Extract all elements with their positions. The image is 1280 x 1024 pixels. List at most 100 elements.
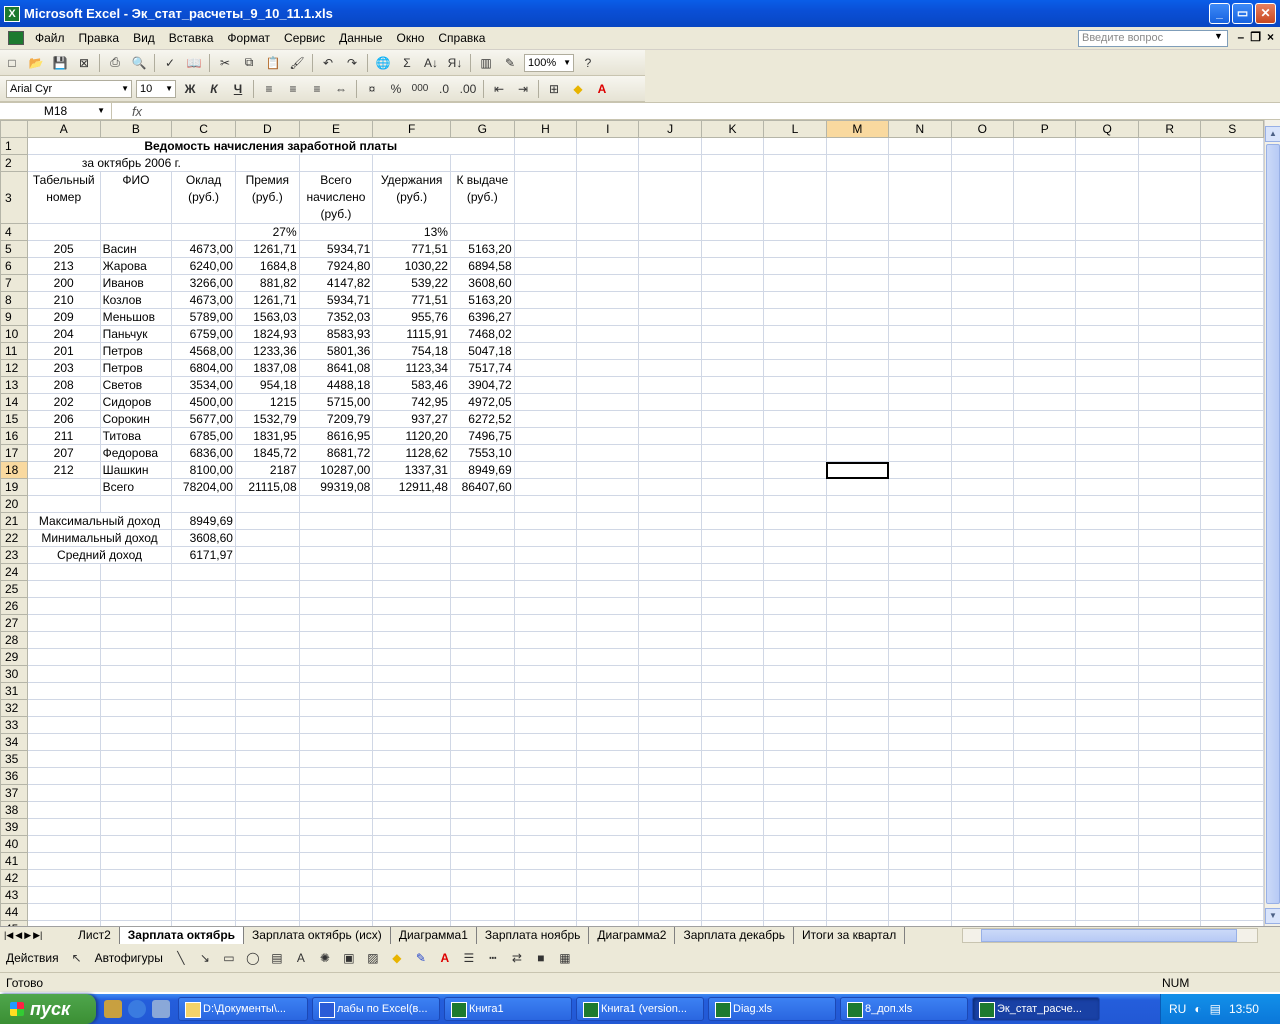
cell[interactable]	[825, 171, 890, 224]
cell[interactable]	[950, 444, 1015, 462]
cell[interactable]	[763, 291, 827, 309]
cell[interactable]	[171, 495, 236, 513]
data-cell[interactable]: 1215	[234, 393, 300, 411]
cell[interactable]	[950, 682, 1015, 700]
cell[interactable]	[1137, 478, 1202, 496]
data-cell[interactable]: 5677,00	[171, 410, 236, 428]
cell[interactable]	[950, 171, 1015, 224]
cell[interactable]	[950, 801, 1015, 819]
cell[interactable]	[1200, 784, 1264, 802]
cell[interactable]	[888, 750, 952, 768]
column-header-cell[interactable]: Табельный номер	[26, 171, 101, 224]
cell[interactable]	[372, 716, 451, 734]
stat-value[interactable]: 3608,60	[171, 529, 236, 547]
data-cell[interactable]: 7517,74	[449, 359, 515, 377]
cell[interactable]	[888, 171, 952, 224]
cell[interactable]	[825, 495, 890, 513]
cell[interactable]	[372, 495, 451, 513]
cell[interactable]	[1075, 903, 1139, 921]
chevron-down-icon[interactable]: ▼	[1214, 31, 1223, 41]
cell[interactable]	[1013, 444, 1077, 462]
cell[interactable]	[234, 682, 300, 700]
data-cell[interactable]: 1261,71	[234, 291, 300, 309]
cell[interactable]	[513, 580, 578, 598]
cell[interactable]	[763, 665, 827, 683]
cell[interactable]	[234, 767, 300, 785]
cell[interactable]	[700, 852, 765, 870]
cell[interactable]	[825, 580, 890, 598]
cell[interactable]	[763, 325, 827, 343]
autoshapes-menu[interactable]: Автофигуры	[89, 951, 169, 965]
cell[interactable]	[1075, 444, 1139, 462]
cell[interactable]	[1200, 665, 1264, 683]
cell[interactable]	[825, 359, 890, 377]
col-header[interactable]: Q	[1075, 120, 1139, 138]
data-cell[interactable]: 205	[26, 240, 101, 258]
cell[interactable]	[1200, 903, 1264, 921]
data-cell[interactable]: Сорокин	[99, 410, 173, 428]
cell[interactable]	[298, 648, 374, 666]
cell[interactable]	[576, 716, 640, 734]
tab-chart2[interactable]: Диаграмма2	[589, 927, 676, 944]
cell[interactable]	[1137, 903, 1202, 921]
cell[interactable]	[1075, 410, 1139, 428]
cell[interactable]	[99, 716, 173, 734]
fill-color-icon[interactable]: ◆	[386, 947, 408, 969]
col-header[interactable]: O	[950, 120, 1015, 138]
cell[interactable]	[700, 512, 765, 530]
cell[interactable]	[825, 886, 890, 904]
cell[interactable]	[638, 699, 702, 717]
cell[interactable]	[1013, 835, 1077, 853]
cell[interactable]	[888, 801, 952, 819]
cell[interactable]	[298, 733, 374, 751]
tab-salary-november[interactable]: Зарплата ноябрь	[477, 927, 590, 944]
cell[interactable]	[1200, 767, 1264, 785]
data-cell[interactable]: Паньчук	[99, 325, 173, 343]
cell[interactable]	[449, 563, 515, 581]
next-sheet-icon[interactable]: ▶	[24, 930, 31, 941]
cell[interactable]	[888, 495, 952, 513]
help-icon[interactable]: ?	[577, 52, 599, 74]
cell[interactable]	[700, 257, 765, 275]
menu-data[interactable]: Данные	[332, 31, 389, 45]
cell[interactable]	[1137, 716, 1202, 734]
cell[interactable]	[99, 852, 173, 870]
undo-icon[interactable]: ↶	[317, 52, 339, 74]
cell[interactable]	[638, 784, 702, 802]
data-cell[interactable]: 5715,00	[298, 393, 374, 411]
cell[interactable]	[950, 563, 1015, 581]
cell[interactable]	[1013, 171, 1077, 224]
percent-button[interactable]: %	[385, 78, 407, 100]
cell[interactable]	[638, 869, 702, 887]
cell[interactable]	[234, 580, 300, 598]
cell[interactable]	[26, 682, 101, 700]
cell[interactable]	[888, 325, 952, 343]
cell[interactable]	[171, 716, 236, 734]
cell[interactable]	[171, 223, 236, 241]
cell[interactable]	[950, 529, 1015, 547]
minimize-button[interactable]: _	[1209, 3, 1230, 24]
cell[interactable]	[1200, 223, 1264, 241]
cell[interactable]	[1200, 342, 1264, 360]
cell[interactable]	[763, 444, 827, 462]
cell[interactable]	[763, 223, 827, 241]
task-documents-folder[interactable]: D:\Документы\...	[178, 997, 308, 1021]
cell[interactable]	[950, 852, 1015, 870]
cell[interactable]	[372, 614, 451, 632]
cell[interactable]	[763, 597, 827, 615]
cell[interactable]	[513, 427, 578, 445]
cell[interactable]	[638, 716, 702, 734]
cell[interactable]	[99, 784, 173, 802]
cell[interactable]	[1137, 154, 1202, 172]
cell[interactable]	[234, 529, 300, 547]
row-header[interactable]: 32	[0, 699, 28, 717]
row-header[interactable]: 14	[0, 393, 28, 411]
thousands-button[interactable]: 000	[409, 78, 431, 100]
cell[interactable]	[576, 818, 640, 836]
cell[interactable]	[763, 580, 827, 598]
data-cell[interactable]: 211	[26, 427, 101, 445]
cell[interactable]	[763, 495, 827, 513]
data-cell[interactable]: Меньшов	[99, 308, 173, 326]
cell[interactable]	[576, 580, 640, 598]
data-cell[interactable]: 1115,91	[372, 325, 451, 343]
